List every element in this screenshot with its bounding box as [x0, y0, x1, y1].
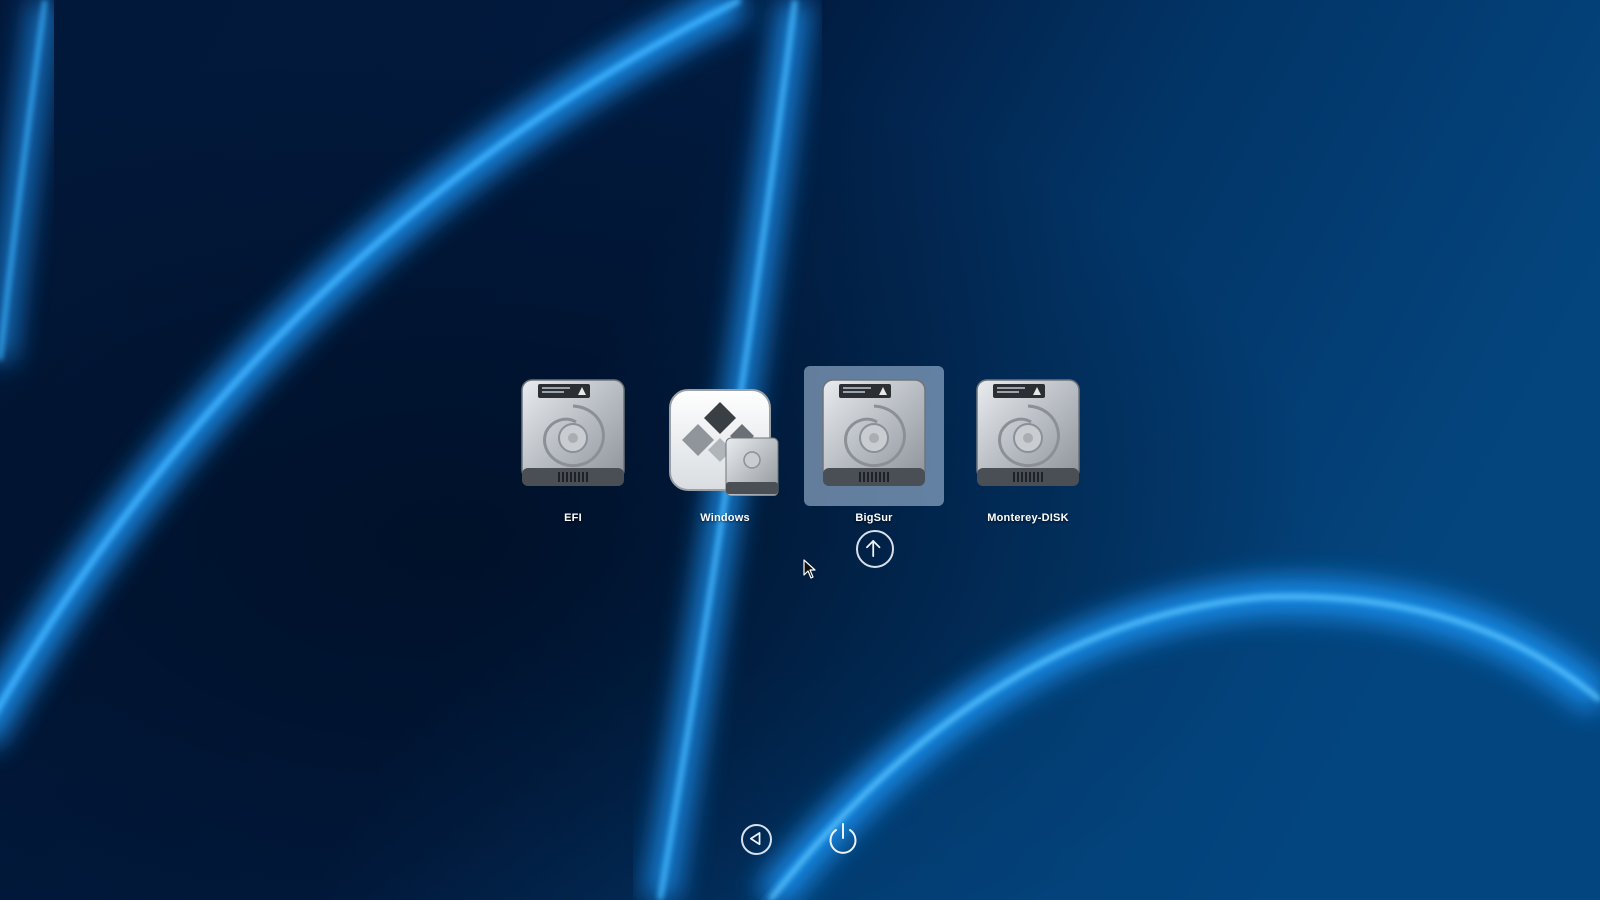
- back-arrow-icon: [749, 832, 761, 846]
- back-button[interactable]: [741, 824, 772, 855]
- arrow-up-circle-icon: [866, 540, 881, 558]
- boot-selected-button[interactable]: [856, 530, 894, 568]
- shutdown-button[interactable]: [826, 821, 860, 857]
- boot-entry-monterey-disk[interactable]: Monterey-DISK: [958, 366, 1098, 524]
- hard-drive-icon: [817, 376, 931, 496]
- boot-entry-bigsur[interactable]: BigSur: [804, 366, 944, 524]
- boot-entry-efi[interactable]: EFI: [503, 366, 643, 524]
- boot-entry-windows[interactable]: Windows: [655, 366, 795, 524]
- bootcamp-windows-icon: [668, 376, 782, 496]
- boot-entry-label: Monterey-DISK: [987, 512, 1069, 524]
- hard-drive-icon: [516, 376, 630, 496]
- power-icon: [829, 823, 857, 854]
- wallpaper: [0, 0, 1600, 900]
- hard-drive-icon: [971, 376, 1085, 496]
- mouse-cursor-icon: [803, 559, 816, 579]
